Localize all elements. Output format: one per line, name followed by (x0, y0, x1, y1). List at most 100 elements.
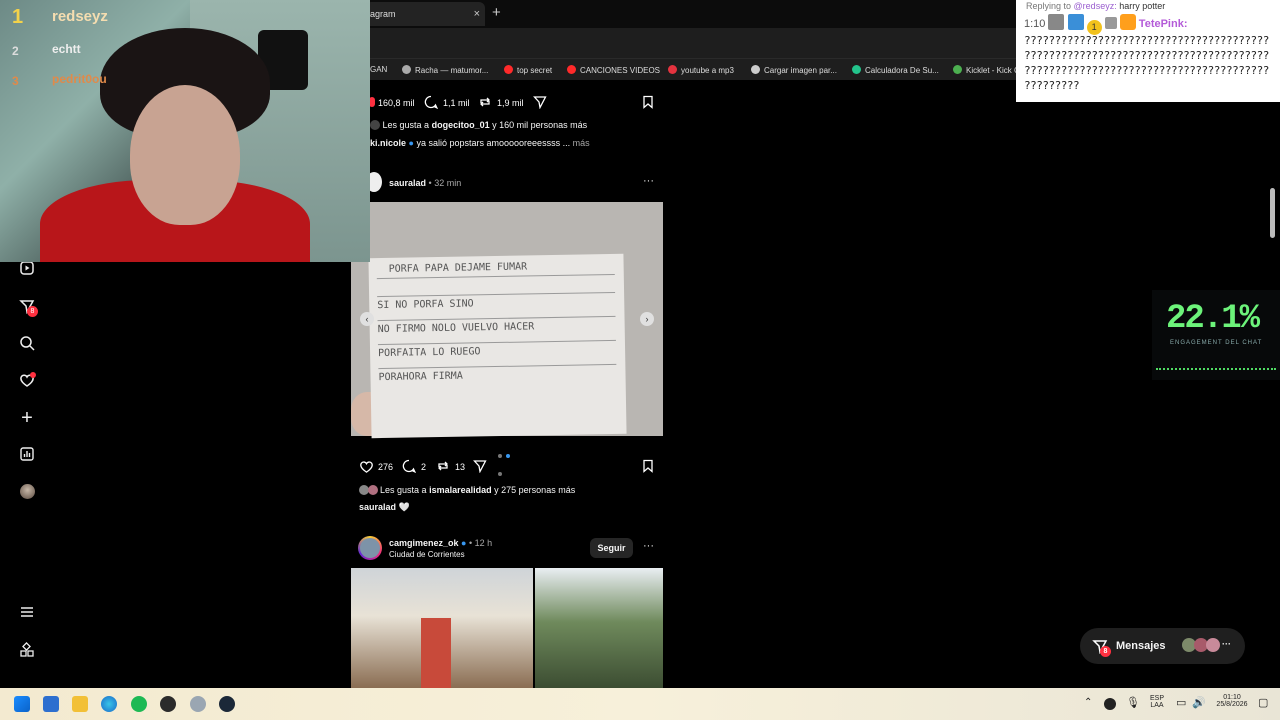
menu-icon[interactable] (18, 604, 36, 622)
search-icon[interactable] (18, 335, 36, 353)
steam-icon[interactable] (219, 696, 235, 712)
post3-options-icon[interactable]: ··· (643, 540, 654, 552)
save-bookmark-icon[interactable] (641, 95, 655, 109)
dashboard-icon[interactable] (18, 446, 36, 464)
post1-liked-by: Les gusta a dogecitoo_01 y 160 mil perso… (370, 120, 587, 130)
bookmark-label: Kicklet - Kick C (966, 66, 1020, 75)
post3-avatar[interactable] (358, 536, 382, 560)
repost-icon[interactable] (478, 95, 492, 109)
file-explorer-icon[interactable] (72, 696, 88, 712)
obs-icon[interactable] (160, 696, 176, 712)
follow-button[interactable]: Seguir (590, 538, 633, 558)
chat-line: 1:10 1 TetePink: (1024, 14, 1188, 35)
verified-icon: ● (461, 538, 467, 548)
post3-image[interactable] (351, 568, 663, 688)
bookmark-favicon-icon (751, 65, 760, 74)
moderator-badge-icon (1048, 14, 1065, 30)
rank-3-number: 3 (12, 74, 19, 88)
tray-app-icon[interactable] (1104, 698, 1116, 710)
engagement-widget: 22.1% ENGAGEMENT DEL CHAT (1152, 290, 1280, 380)
tab-title: agram (370, 9, 396, 19)
liked-by-avatar (367, 485, 378, 495)
messages-label: Mensajes (1116, 640, 1166, 652)
bookmark-label: Calculadora De Su... (865, 66, 939, 75)
bookmark-favicon-icon (852, 65, 861, 74)
post1-comments: 1,1 mil (443, 98, 470, 108)
more-apps-icon[interactable] (18, 642, 36, 660)
bookmark-item[interactable]: Racha — matumor... (402, 65, 488, 75)
chat-username: TetePink: (1138, 18, 1188, 30)
notifications-icon[interactable] (18, 372, 36, 390)
save-bookmark-icon[interactable] (641, 459, 655, 473)
post2-comments: 2 (421, 462, 427, 472)
carousel-next-button[interactable]: › (640, 312, 654, 326)
messages-icon[interactable]: 8 (18, 298, 38, 317)
profile-avatar[interactable] (18, 484, 36, 502)
page-scrollbar-thumb[interactable] (1270, 188, 1275, 238)
bookmark-favicon-icon (953, 65, 962, 74)
bookmark-label: GAN (370, 65, 388, 74)
bookmark-item[interactable]: Cargar imagen par... (751, 65, 837, 75)
bookmark-label: CANCIONES VIDEOS (580, 66, 661, 75)
messages-badge: 8 (27, 306, 38, 317)
engagement-waveform (1156, 368, 1276, 372)
language-indicator[interactable]: ESP LAA (1146, 695, 1168, 709)
bookmark-favicon-icon (402, 65, 411, 74)
reels-icon[interactable] (18, 260, 36, 278)
gift-badge-icon (1119, 14, 1136, 30)
streamer-face (130, 85, 240, 225)
like-heart-icon[interactable] (359, 459, 374, 474)
bookmark-item[interactable]: Kicklet - Kick C (953, 65, 1020, 75)
volume-icon[interactable]: 🔊 (1192, 696, 1206, 709)
spotify-icon[interactable] (131, 696, 147, 712)
windows-start-icon[interactable] (14, 696, 30, 712)
bookmark-item[interactable]: top secret (504, 65, 552, 75)
rank-2-name: echtt (52, 42, 81, 56)
windows-taskbar: ⌃ 🎙 ESP LAA ▭ 🔊 01:10 25/8/2026 ▢ (0, 688, 1280, 720)
carousel-dots (498, 445, 518, 476)
tray-expand-icon[interactable]: ⌃ (1084, 697, 1092, 708)
liked-by-avatar (370, 120, 380, 130)
contact-avatar (1206, 638, 1220, 652)
repost-icon[interactable] (436, 459, 450, 473)
bookmark-favicon-icon (504, 65, 513, 74)
bookmark-item[interactable]: Calculadora De Su... (852, 65, 939, 75)
clock[interactable]: 01:10 25/8/2026 (1210, 694, 1254, 708)
network-icon[interactable]: ▭ (1176, 696, 1186, 709)
post2-options-icon[interactable]: ··· (643, 175, 654, 187)
bookmark-item[interactable]: youtube a mp3 (668, 65, 734, 75)
tab-close-icon[interactable]: × (474, 2, 480, 26)
post2-liked-by: Les gusta a ismalarealidad y 275 persona… (359, 485, 575, 495)
messages-pill-button[interactable]: 8 Mensajes ··· (1080, 628, 1245, 664)
store-icon[interactable] (43, 696, 59, 712)
carousel-prev-button[interactable]: ‹ (360, 312, 374, 326)
reply-context: Replying to @redseyz: harry potter (1026, 1, 1166, 11)
post2-header: sauralad • 32 min (389, 178, 462, 188)
share-icon[interactable] (473, 459, 487, 474)
comment-icon[interactable] (424, 95, 439, 110)
browser-tab[interactable]: agram × (365, 2, 485, 26)
rank-1-name: redseyz (52, 8, 108, 25)
more-contacts: ··· (1222, 639, 1231, 649)
notification-center-icon[interactable]: ▢ (1258, 696, 1268, 709)
bookmark-label: top secret (517, 66, 553, 75)
webcam-overlay: 1 redseyz 2 echtt 3 pedrit0ou (0, 0, 370, 262)
handwritten-note: PORFA PAPA DEJAME FUMAR SI NO PORFA SINO… (368, 253, 627, 439)
bookmark-favicon-icon (567, 65, 576, 74)
engagement-percent: 22.1% (1166, 300, 1260, 338)
bookmark-item[interactable]: CANCIONES VIDEOS (567, 65, 660, 75)
rank-2-number: 2 (12, 44, 19, 58)
post3-location[interactable]: Ciudad de Corrientes (389, 550, 465, 559)
app-icon[interactable] (190, 696, 206, 712)
comment-icon[interactable] (402, 459, 417, 474)
share-icon[interactable] (533, 95, 547, 110)
create-icon[interactable]: + (18, 408, 36, 428)
post2-caption: sauralad 🤍 (359, 502, 410, 512)
edge-browser-icon[interactable] (101, 696, 117, 712)
microphone-icon[interactable]: 🎙 (1126, 696, 1140, 709)
bookmark-item[interactable]: GAN (370, 65, 387, 74)
post1-caption: ki.nicole ● ya salió popstars amoooooree… (370, 138, 590, 148)
new-tab-button[interactable]: + (492, 4, 501, 21)
post1-likes: 160,8 mil (378, 98, 415, 108)
verified-icon: ● (408, 138, 414, 148)
